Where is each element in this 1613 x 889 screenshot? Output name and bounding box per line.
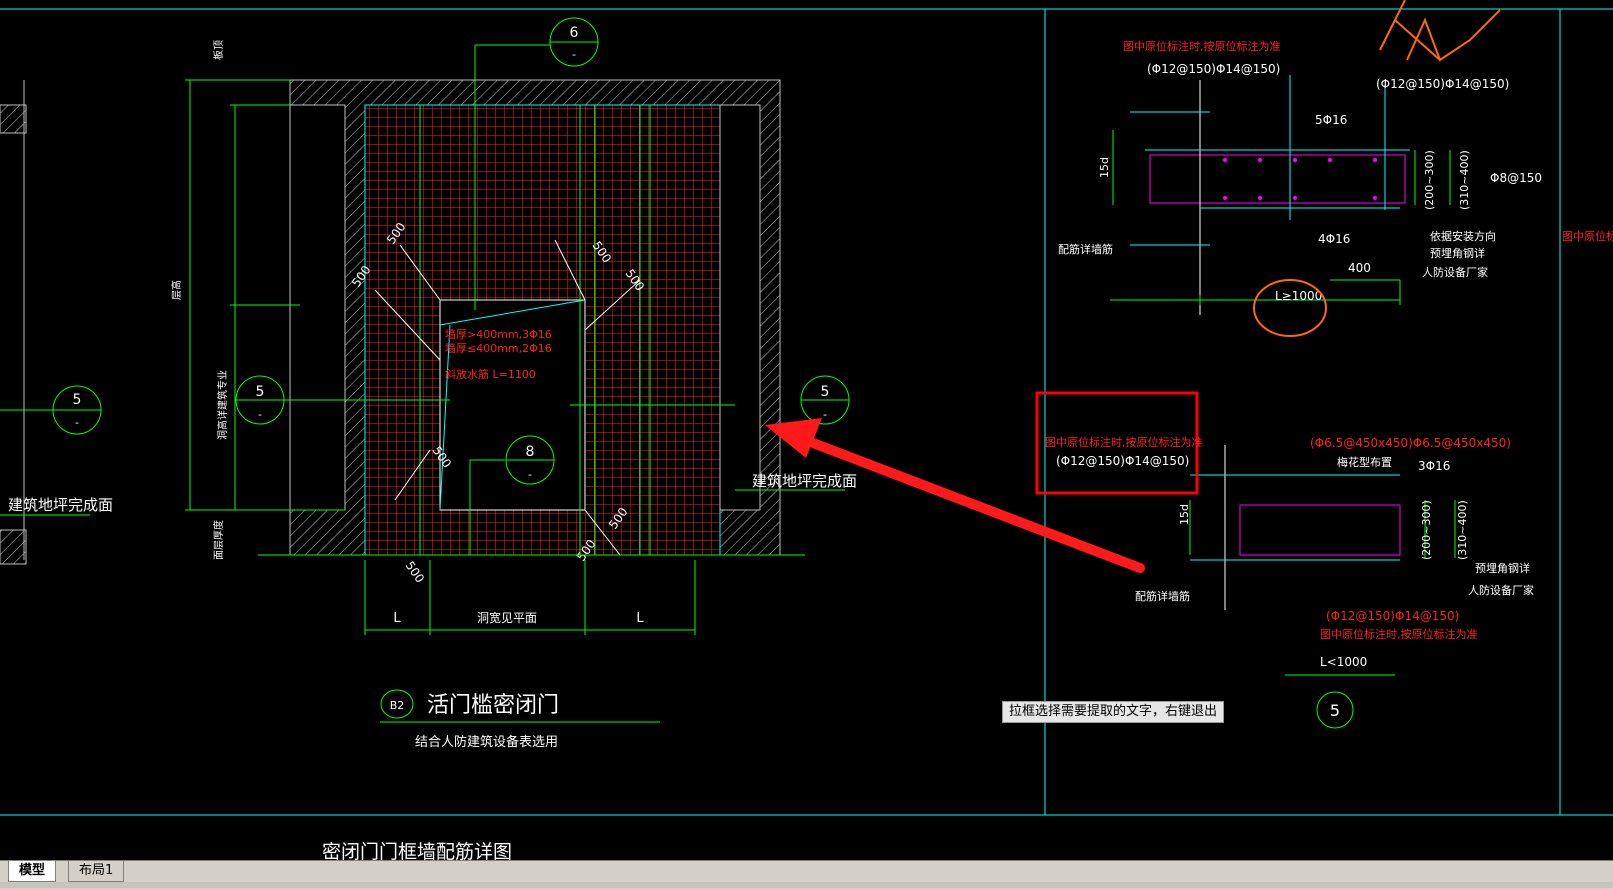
vertical-label: 板顶 bbox=[212, 40, 225, 60]
opening-note: 斜放水筋 L=1100 bbox=[445, 367, 536, 381]
dim-L: L<1000 bbox=[1320, 655, 1367, 669]
svg-text:5: 5 bbox=[821, 384, 830, 400]
opening-width-label: 洞宽见平面 bbox=[477, 610, 537, 625]
opening-note: 墙厚>400mm,3Φ16 bbox=[445, 327, 552, 341]
tie-label: 梅花型布置 bbox=[1337, 455, 1392, 469]
wall-note: 配筋详墙筋 bbox=[1058, 242, 1113, 256]
bars-label: 4Φ16 bbox=[1318, 232, 1350, 246]
dim-15d: 15d bbox=[1098, 157, 1111, 178]
callout-dash: - bbox=[75, 416, 79, 429]
red-note: 图中原位标注时,按原位标注为准 bbox=[1045, 435, 1203, 449]
door-frame-elevation: 500 500 500 500 500 500 500 500 墙厚>400mm… bbox=[170, 17, 857, 635]
opening-note: 墙厚≤400mm,2Φ16 bbox=[445, 341, 552, 355]
vertical-label: 层高 bbox=[170, 280, 183, 300]
cad-drawing-canvas[interactable]: 5 - 建筑地坪完成面 500 500 500 500 500 500 500 … bbox=[0, 0, 1613, 860]
rebar-label: (Φ12@150)Φ14@150) bbox=[1376, 77, 1509, 91]
svg-text:-: - bbox=[823, 408, 827, 421]
svg-text:-: - bbox=[528, 468, 532, 481]
rebar-label: (Φ6.5@450x450)Φ6.5@450x450) bbox=[1310, 436, 1511, 450]
bottom-title-text: 密闭门门框墙配筋详图 bbox=[322, 841, 512, 860]
callout-inner: 8 - bbox=[505, 435, 555, 485]
vertical-label: 面层厚度 bbox=[212, 520, 225, 560]
svg-text:-: - bbox=[572, 48, 576, 61]
rebar-label: (Φ12@150)Φ14@150) bbox=[1147, 62, 1280, 76]
dim-L: L bbox=[636, 611, 644, 626]
dim-range: (310~400) bbox=[1456, 500, 1469, 560]
dim-L: L≥1000 bbox=[1275, 289, 1322, 303]
title-badge: B2 bbox=[390, 699, 405, 712]
finish-floor-label: 建筑地坪完成面 bbox=[8, 496, 113, 514]
note-text: 预埋角钢详 bbox=[1430, 246, 1485, 260]
callout-number: 5 bbox=[1330, 701, 1340, 720]
dim-15d: 15d bbox=[1178, 504, 1191, 525]
left-edge-section: 5 - 建筑地坪完成面 bbox=[0, 80, 113, 565]
red-note: 图中原位标注时,按原位标注为准 bbox=[1320, 627, 1478, 641]
tab-layout1[interactable]: 布局1 bbox=[68, 861, 125, 882]
note-text: 人防设备厂家 bbox=[1422, 265, 1488, 279]
note-text: 依据安装方向 bbox=[1430, 229, 1496, 243]
callout-right: 5 - bbox=[800, 375, 850, 425]
bars-label: 3Φ16 bbox=[1418, 459, 1450, 473]
wall-note: 配筋详墙筋 bbox=[1135, 589, 1190, 603]
vertical-label: 洞高详建筑专业 bbox=[216, 370, 229, 440]
drawing-frame bbox=[0, 8, 1613, 816]
dim-400: 400 bbox=[1348, 261, 1371, 275]
tab-model[interactable]: 模型 bbox=[8, 861, 57, 882]
bars-label: 5Φ16 bbox=[1315, 113, 1347, 127]
subtitle-text: 结合人防建筑设备表选用 bbox=[415, 734, 558, 750]
rebar-label: (Φ12@150)Φ14@150) bbox=[1326, 609, 1459, 623]
callout-top: 6 - bbox=[549, 17, 599, 67]
title-text: 活门槛密闭门 bbox=[427, 693, 559, 718]
rebar-label: (Φ12@150)Φ14@150) bbox=[1056, 454, 1189, 468]
title-block: B2 活门槛密闭门 结合人防建筑设备表选用 密闭门门框墙配筋详图 bbox=[322, 689, 660, 860]
dim-range: (200~300) bbox=[1420, 500, 1433, 560]
red-note: 图中原位标注时,按原位标注为准 bbox=[1123, 39, 1281, 53]
dim-range: (200~300) bbox=[1423, 150, 1436, 210]
callout-number: 5 bbox=[73, 392, 82, 408]
extract-text-tooltip: 拉框选择需要提取的文字，右键退出 bbox=[1002, 701, 1225, 723]
stirrup-label: Φ8@150 bbox=[1490, 171, 1542, 185]
dim-range: (310~400) bbox=[1458, 150, 1471, 210]
dim-L: L bbox=[393, 611, 401, 626]
svg-text:5: 5 bbox=[256, 384, 265, 400]
svg-text:-: - bbox=[258, 408, 262, 421]
status-strip bbox=[0, 882, 1613, 888]
note-text: 人防设备厂家 bbox=[1468, 583, 1534, 597]
dim-500: 500 bbox=[403, 559, 428, 586]
finish-floor-label: 建筑地坪完成面 bbox=[752, 472, 857, 490]
svg-text:8: 8 bbox=[526, 444, 535, 460]
detail-top: 图中原位标注时,按原位标注为准 (Φ12@150)Φ14@150) (Φ12@1… bbox=[1058, 0, 1542, 337]
svg-text:6: 6 bbox=[570, 25, 579, 41]
note-text: 预埋角钢详 bbox=[1475, 561, 1530, 575]
right-edge-note: 图中原位标注 bbox=[1562, 229, 1613, 243]
